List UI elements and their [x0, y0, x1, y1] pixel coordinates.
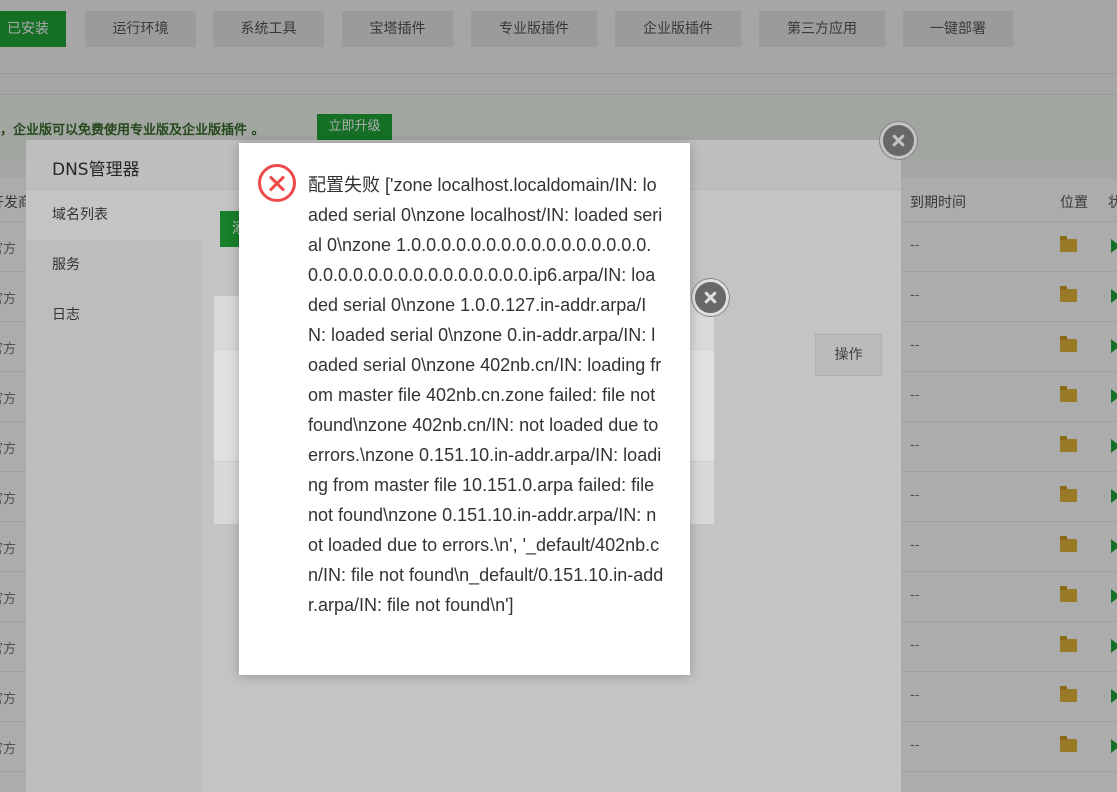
error-dialog: 配置失败 ['zone localhost.localdomain/IN: lo…: [239, 143, 690, 675]
error-message: 配置失败 ['zone localhost.localdomain/IN: lo…: [308, 175, 664, 615]
error-icon: [258, 164, 296, 202]
